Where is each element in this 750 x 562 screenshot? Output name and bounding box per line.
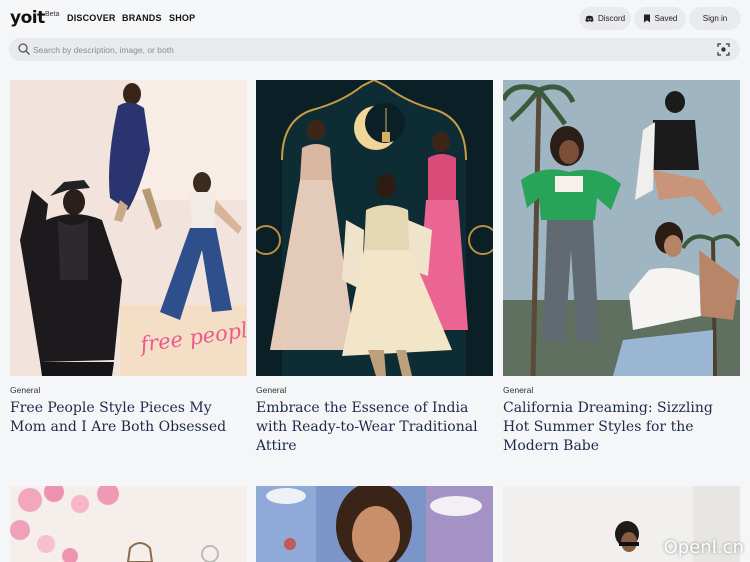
card-title[interactable]: California Dreaming: Sizzling Hot Summer… [503,399,740,456]
bookmark-icon [643,14,650,23]
search-icon [18,43,30,55]
article-card-india-attire[interactable]: General Embrace the Essence of India wit… [256,80,493,456]
saved-label: Saved [654,14,678,23]
california-collage [503,80,740,376]
top-navigation-bar: yoit Beta DISCOVER BRANDS SHOP Discord S… [0,0,750,36]
article-card-row2-1[interactable] [10,486,247,562]
watermark: OpenI.cn [663,537,744,558]
saved-button[interactable]: Saved [634,7,686,30]
free-people-collage: free people [10,80,247,376]
indian-attire-collage [256,80,493,376]
article-image[interactable]: free people [10,80,247,376]
discord-button[interactable]: Discord [579,7,631,30]
article-card-california[interactable]: General California Dreaming: Sizzling Ho… [503,80,740,456]
search-input[interactable] [33,41,693,58]
card-category: General [256,385,287,395]
nav-brands[interactable]: BRANDS [122,13,162,23]
card-category: General [503,385,534,395]
sign-in-button[interactable]: Sign in [689,7,741,30]
article-card-row2-2[interactable] [256,486,493,562]
nav-discover[interactable]: DISCOVER [67,13,116,23]
image-search-icon[interactable] [717,43,730,56]
card-category: General [10,385,41,395]
search-bar[interactable] [9,38,740,61]
yoit-logo[interactable]: yoit [10,8,45,28]
article-image[interactable] [503,80,740,376]
sign-in-label: Sign in [702,14,728,23]
article-image [256,486,493,562]
card-title[interactable]: Free People Style Pieces My Mom and I Ar… [10,399,247,437]
nav-shop[interactable]: SHOP [169,13,195,23]
discord-label: Discord [597,14,626,23]
article-image [10,486,247,562]
card-title[interactable]: Embrace the Essence of India with Ready-… [256,399,493,456]
article-image[interactable] [256,80,493,376]
beta-badge: Beta [45,11,60,18]
discord-icon [585,15,594,22]
article-card-free-people[interactable]: free people General Free People Style Pi… [10,80,247,437]
